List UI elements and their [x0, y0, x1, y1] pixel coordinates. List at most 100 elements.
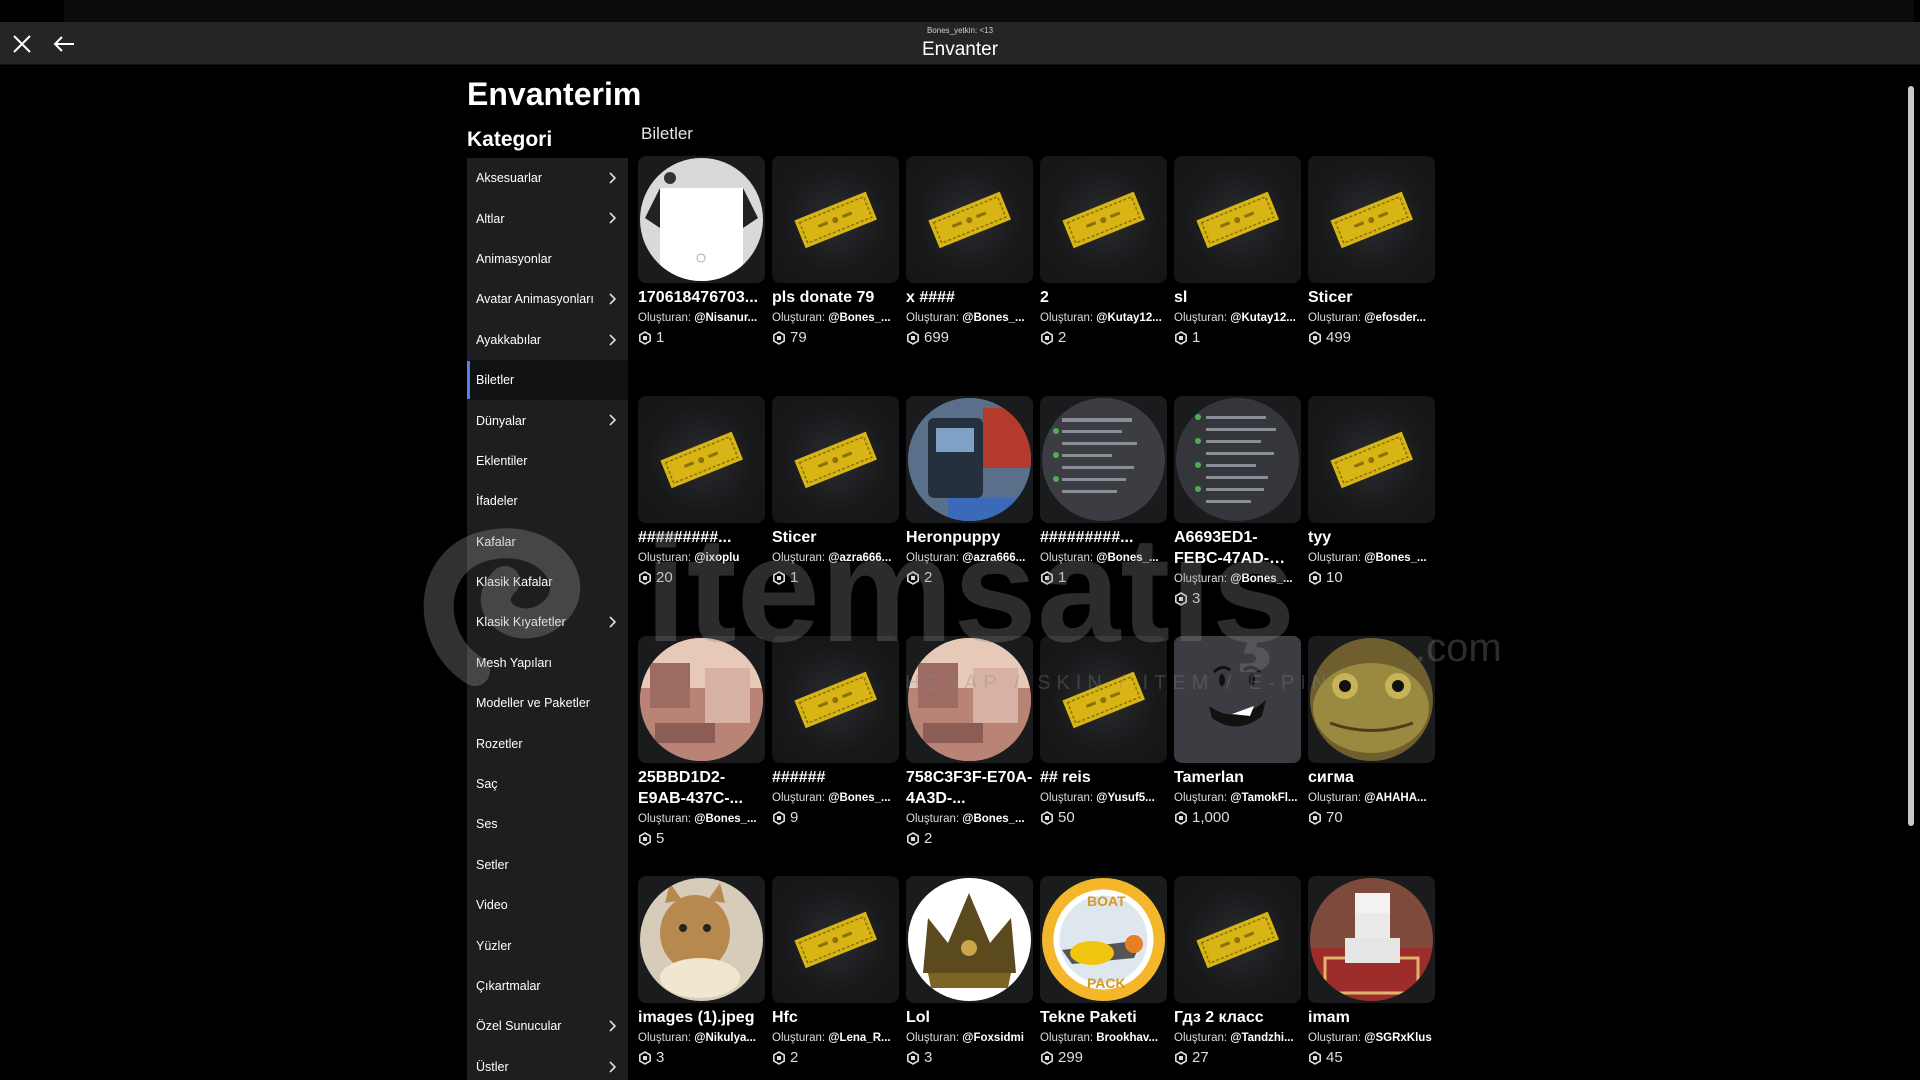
price-value: 3	[924, 1049, 933, 1066]
item-creator: Oluşturan: @Kutay12...	[1040, 308, 1167, 328]
inventory-item-card[interactable]: 758C3F3F-E70A-4A3D-... Oluşturan: @Bones_…	[906, 636, 1033, 876]
item-creator: Oluşturan: @Nikulya...	[638, 1028, 765, 1048]
creator-handle: @Bones_...	[694, 813, 757, 825]
sidebar-item[interactable]: Ayakkabılar	[467, 320, 628, 360]
sidebar-item-label: Yüzler	[476, 938, 512, 953]
creator-handle: @Bones_...	[962, 813, 1025, 825]
inventory-item-card[interactable]: 170618476703... Oluşturan: @Nisanur... 1	[638, 156, 765, 396]
sidebar-item[interactable]: Mesh Yapıları	[467, 643, 628, 683]
inventory-item-card[interactable]: #########... Oluşturan: @Bones_... 1	[1040, 396, 1167, 636]
sidebar-item[interactable]: İfadeler	[467, 481, 628, 521]
sidebar-item[interactable]: Biletler	[467, 359, 628, 401]
inventory-item-card[interactable]: Sticer Oluşturan: @efosder... 499	[1308, 156, 1435, 396]
item-name: Lol	[906, 1009, 930, 1026]
inventory-item-card[interactable]: tyy Oluşturan: @Bones_... 10	[1308, 396, 1435, 636]
inventory-item-card[interactable]: pls donate 79 Oluşturan: @Bones_... 79	[772, 156, 899, 396]
item-creator: Oluşturan: @Bones_...	[772, 308, 899, 328]
creator-handle: @Tandzhi...	[1230, 1032, 1294, 1044]
item-name: сигма	[1308, 769, 1354, 786]
inventory-item-card[interactable]: BOAT PACK Tekne Paketi Oluşturan: Brookhav.…	[1040, 876, 1167, 1080]
inventory-item-card[interactable]: sl Oluşturan: @Kutay12... 1	[1174, 156, 1301, 396]
sidebar-item[interactable]: Animasyonlar	[467, 239, 628, 279]
inventory-item-card[interactable]: Sticer Oluşturan: @azra666... 1	[772, 396, 899, 636]
inventory-item-card[interactable]: Hfc Oluşturan: @Lena_R... 2	[772, 876, 899, 1080]
inventory-item-card[interactable]: ## reis Oluşturan: @Yusuf5... 50	[1040, 636, 1167, 876]
price-value: 1	[790, 569, 799, 586]
item-creator: Oluşturan: @Bones_...	[772, 788, 899, 808]
sidebar-item[interactable]: Eklentiler	[467, 441, 628, 481]
creator-prefix: Oluşturan:	[638, 813, 692, 825]
robux-icon	[1175, 331, 1187, 345]
sidebar-item-label: Klasik Kıyafetler	[476, 615, 566, 630]
sidebar-item[interactable]: Aksesuarlar	[467, 158, 628, 198]
sidebar-item[interactable]: Klasik Kıyafetler	[467, 602, 628, 642]
chevron-right-icon	[609, 172, 617, 184]
item-price: 9	[772, 808, 899, 828]
inventory-item-card[interactable]: Tamerlan Oluşturan: @TamokFl... 1,000	[1174, 636, 1301, 876]
section-title: Biletler	[641, 124, 693, 143]
inventory-item-card[interactable]: ###### Oluşturan: @Bones_... 9	[772, 636, 899, 876]
sidebar-item[interactable]: Avatar Animasyonları	[467, 279, 628, 319]
sidebar-item[interactable]: Modeller ve Paketler	[467, 683, 628, 723]
close-button[interactable]	[8, 30, 36, 58]
sidebar-item[interactable]: Kafalar	[467, 522, 628, 562]
price-value: 3	[1192, 590, 1201, 607]
sidebar-item[interactable]: Klasik Kafalar	[467, 562, 628, 602]
sidebar-item[interactable]: Video	[467, 885, 628, 925]
creator-handle: @Kutay12...	[1096, 312, 1162, 324]
inventory-item-card[interactable]: сигма Oluşturan: @AHAHA... 70	[1308, 636, 1435, 876]
inventory-item-card[interactable]: 2 Oluşturan: @Kutay12... 2	[1040, 156, 1167, 396]
item-name: 170618476703...	[638, 289, 759, 306]
sidebar-item[interactable]: Yüzler	[467, 925, 628, 965]
price-value: 9	[790, 809, 799, 826]
inventory-item-card[interactable]: x #### Oluşturan: @Bones_... 699	[906, 156, 1033, 396]
inventory-item-card[interactable]: Гдз 2 класс Oluşturan: @Tandzhi... 27	[1174, 876, 1301, 1080]
price-value: 2	[924, 569, 933, 586]
sidebar-item-label: Çıkartmalar	[476, 979, 541, 993]
item-creator: Oluşturan: @Tandzhi...	[1174, 1028, 1301, 1048]
sidebar-item[interactable]: Özel Sunucular	[467, 1006, 628, 1046]
sidebar-item[interactable]: Altlar	[467, 198, 628, 238]
sidebar-item[interactable]: Üstler	[467, 1047, 628, 1080]
inventory-item-card[interactable]: imam Oluşturan: @SGRxKlus 45	[1308, 876, 1435, 1080]
item-creator: Oluşturan: @Kutay12...	[1174, 308, 1301, 328]
creator-handle: @SGRxKlus	[1364, 1032, 1432, 1044]
back-button[interactable]	[50, 30, 78, 58]
ticket-icon	[772, 876, 899, 1003]
item-creator: Oluşturan: @Foxsidmi	[906, 1028, 1033, 1048]
sidebar-item-label: Üstler	[476, 1059, 509, 1074]
creator-prefix: Oluşturan:	[772, 312, 826, 324]
sidebar-item[interactable]: Ses	[467, 804, 628, 844]
creator-prefix: Oluşturan:	[906, 312, 960, 324]
creator-handle: @Bones_...	[828, 312, 891, 324]
creator-handle: @Lena_R...	[828, 1032, 891, 1044]
inventory-item-card[interactable]: Lol Oluşturan: @Foxsidmi 3	[906, 876, 1033, 1080]
price-value: 699	[924, 329, 950, 346]
inventory-item-card[interactable]: #########... Oluşturan: @ixoplu 20	[638, 396, 765, 636]
inventory-item-card[interactable]: A6693ED1-FEBC-47AD-8EF9-...Oluşturan: @B…	[1174, 396, 1301, 636]
price-value: 20	[656, 569, 673, 586]
item-creator: Oluşturan: @Bones_...	[906, 809, 1033, 829]
inventory-item-card[interactable]: Heronpuppy Oluşturan: @azra666... 2	[906, 396, 1033, 636]
inventory-item-card[interactable]: images (1).jpeg Oluşturan: @Nikulya... 3	[638, 876, 765, 1080]
creator-handle: Brookhav...	[1096, 1032, 1159, 1044]
item-creator: Oluşturan: @azra666...	[772, 548, 899, 568]
item-name: ## reis	[1040, 769, 1091, 786]
sidebar-item[interactable]: Saç	[467, 764, 628, 804]
chevron-right-icon	[609, 616, 617, 628]
price-value: 1,000	[1192, 809, 1230, 826]
robux-icon	[1309, 811, 1321, 825]
sidebar-item-label: Ayakkabılar	[476, 332, 542, 347]
sidebar-item[interactable]: Çıkartmalar	[467, 966, 628, 1006]
sidebar-item[interactable]: Setler	[467, 845, 628, 885]
price-value: 27	[1192, 1049, 1209, 1066]
item-price: 3	[906, 1048, 1033, 1068]
sidebar-item[interactable]: Rozetler	[467, 723, 628, 763]
scrollbar-thumb[interactable]	[1908, 86, 1914, 826]
sidebar-item[interactable]: Dünyalar	[467, 400, 628, 440]
inventory-item-card[interactable]: 25BBD1D2-E9AB-437C-... Oluşturan: @Bones_…	[638, 636, 765, 876]
item-creator: Oluşturan: @Bones_...	[1040, 548, 1167, 568]
item-price: 2	[906, 829, 1033, 849]
price-value: 2	[924, 830, 933, 847]
item-price: 1	[1040, 568, 1167, 588]
